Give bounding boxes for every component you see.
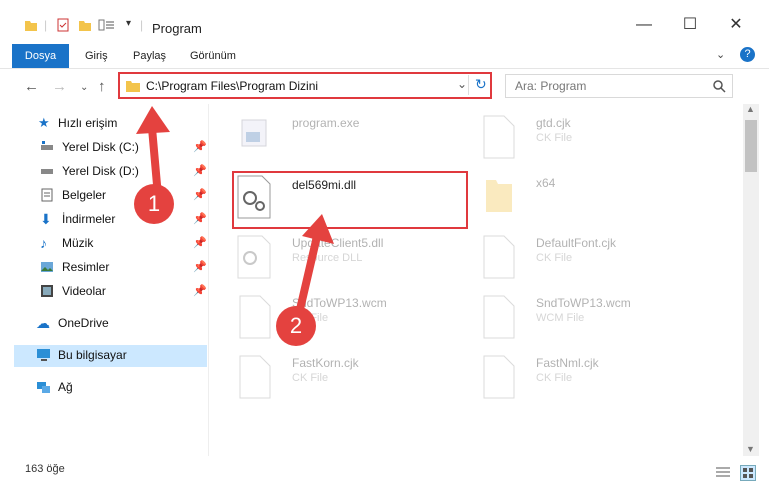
step-badge-1: 1 bbox=[134, 184, 174, 224]
status-item-count: 163 öğe bbox=[25, 463, 65, 475]
step-badge-2: 2 bbox=[276, 306, 316, 346]
scroll-up-icon[interactable]: ▲ bbox=[746, 104, 755, 114]
arrow-1-head bbox=[136, 106, 170, 134]
scroll-down-icon[interactable]: ▼ bbox=[746, 444, 755, 454]
scrollbar-thumb[interactable] bbox=[745, 120, 757, 172]
details-view-icon[interactable] bbox=[715, 466, 731, 480]
arrow-2-head bbox=[302, 214, 334, 244]
large-icons-view-icon[interactable] bbox=[740, 465, 756, 481]
annotation-arrows bbox=[136, 106, 334, 322]
arrow-2 bbox=[294, 228, 322, 322]
